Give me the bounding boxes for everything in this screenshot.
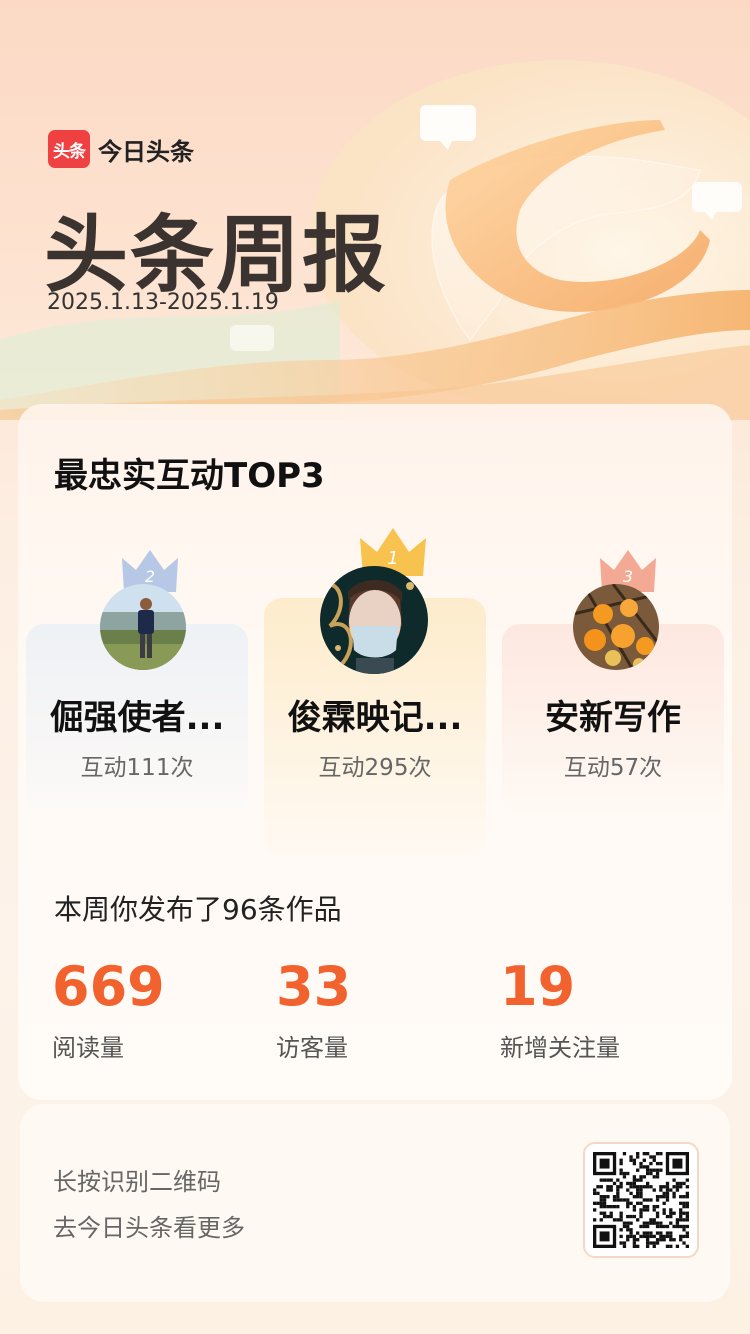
qr-code-image [593,1152,689,1248]
stat-value: 19 [500,955,576,1018]
qr-hint-line2: 去今日头条看更多 [53,1214,245,1242]
weekly-summary: 本周你发布了96条作品 [54,893,342,926]
date-range: 2025.1.13-2025.1.19 [47,290,279,315]
stat-visitors: 33 访客量 [276,952,351,1063]
stat-new-followers: 19 新增关注量 [500,952,620,1063]
hero-banner: 头条 今日头条 头条周报 2025.1.13-2025.1.19 [0,0,750,420]
interaction-count: 互动295次 [318,755,432,781]
stat-label: 新增关注量 [500,1034,620,1062]
top3-title: 最忠实互动TOP3 [54,456,325,496]
stat-label: 访客量 [276,1034,348,1062]
app-name: 今日头条 [98,137,194,166]
stat-label: 阅读量 [52,1034,124,1062]
avatar[interactable] [100,584,186,670]
stat-value: 33 [276,955,352,1018]
toutiao-logo: 头条 [48,130,90,168]
avatar[interactable] [320,566,428,674]
svg-text:3: 3 [623,567,633,586]
svg-text:1: 1 [387,548,398,569]
user-name[interactable]: 安新写作 [502,690,724,739]
stat-reads: 669 阅读量 [52,952,165,1063]
stat-value: 669 [52,955,165,1018]
interaction-count: 互动57次 [563,755,663,781]
interaction-count: 互动111次 [80,755,194,781]
weekly-report-card: 最忠实互动TOP3 2 倔强使者... 互动111次 1 俊霖映记... 互动2… [18,404,732,1100]
qr-card: 长按识别二维码 去今日头条看更多 [20,1104,730,1302]
brand: 头条 今日头条 [48,130,194,168]
user-name[interactable]: 倔强使者... [26,690,248,739]
qr-code[interactable] [583,1142,699,1258]
avatar[interactable] [573,584,659,670]
user-name[interactable]: 俊霖映记... [264,690,486,739]
qr-hint-line1: 长按识别二维码 [53,1168,221,1196]
